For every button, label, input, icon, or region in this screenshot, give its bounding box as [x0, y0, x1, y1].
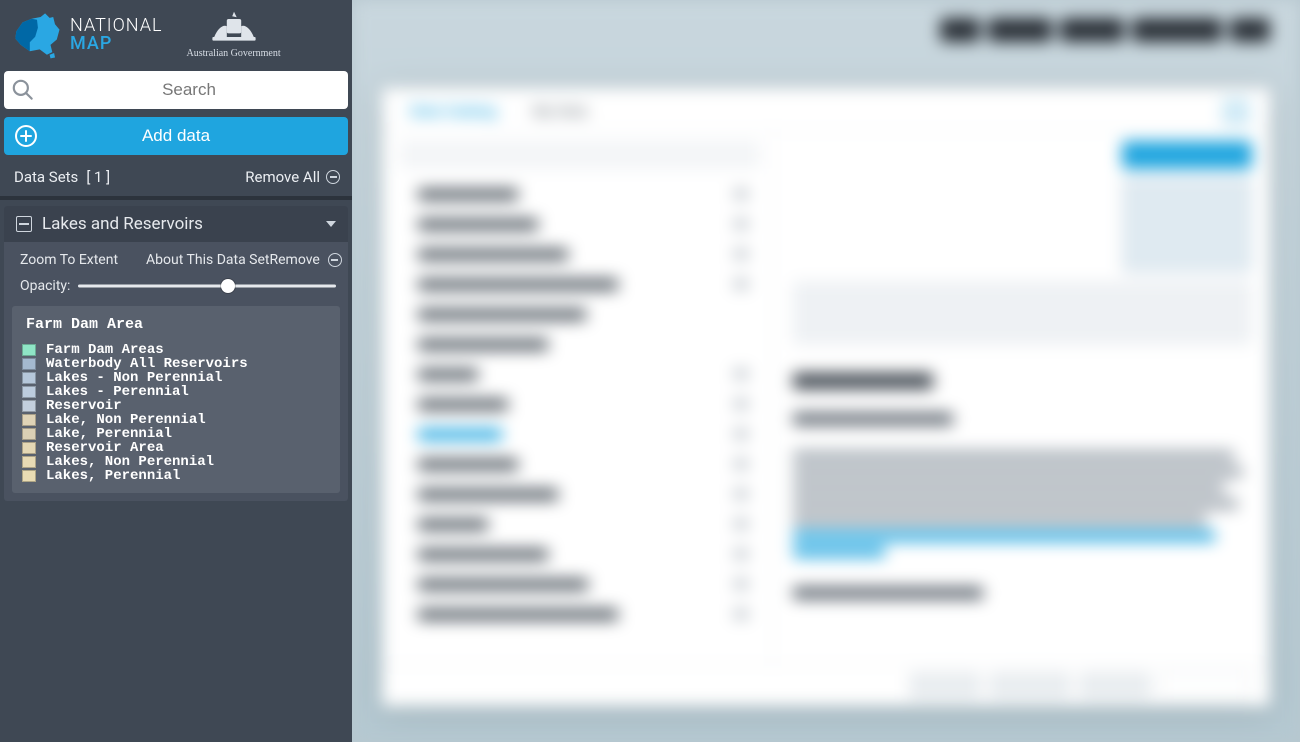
datasets-label: Data Sets — [14, 168, 78, 186]
legend-label: Reservoir Area — [46, 441, 164, 455]
about-dataset-button[interactable]: About This Data Set — [146, 252, 269, 268]
dataset-panel-header[interactable]: Lakes and Reservoirs — [4, 206, 348, 242]
brand-line1: NATIONAL — [70, 17, 163, 35]
legend-label: Lake, Perennial — [46, 427, 172, 441]
dataset-panel: Lakes and Reservoirs Zoom To Extent Abou… — [4, 206, 348, 501]
legend-title: Farm Dam Area — [22, 316, 330, 333]
opacity-row: Opacity: — [4, 274, 348, 304]
brand-text: NATIONAL MAP — [70, 17, 163, 53]
legend-item: Farm Dam Areas — [22, 343, 330, 357]
remove-all-button[interactable]: Remove All — [245, 168, 340, 186]
gov-label: Australian Government — [187, 48, 281, 59]
legend-swatch — [22, 344, 36, 356]
close-icon[interactable] — [1222, 98, 1250, 126]
search-icon — [10, 77, 36, 103]
brand-bar: NATIONAL MAP Australian Government — [0, 0, 352, 67]
add-data-label: Add data — [142, 126, 210, 146]
legend-item: Lakes, Non Perennial — [22, 455, 330, 469]
legend-swatch — [22, 386, 36, 398]
catalog-detail — [773, 131, 1270, 664]
tab-data-catalog[interactable]: Data Catalog — [410, 102, 497, 120]
remove-label: Remove — [269, 252, 319, 268]
sidebar: NATIONAL MAP Australian Government — [0, 0, 352, 742]
plus-circle-icon — [14, 124, 38, 148]
datasets-bar: Data Sets [ 1 ] Remove All — [0, 160, 352, 200]
preview-thumb — [1122, 177, 1252, 273]
legend-swatch — [22, 428, 36, 440]
catalog-tabs: Data Catalog My Data — [382, 88, 1270, 131]
gov-crest: Australian Government — [187, 10, 281, 59]
legend-swatch — [22, 358, 36, 370]
legend-label: Lakes, Non Perennial — [46, 455, 214, 469]
legend-item: Reservoir — [22, 399, 330, 413]
legend-box: Farm Dam Area Farm Dam AreasWaterbody Al… — [12, 306, 340, 493]
legend-item: Lakes - Perennial — [22, 385, 330, 399]
search-input[interactable] — [36, 80, 342, 100]
dataset-title: Lakes and Reservoirs — [42, 214, 316, 234]
catalog-footer — [382, 664, 1270, 706]
zoom-to-extent-button[interactable]: Zoom To Extent — [20, 252, 118, 268]
legend-label: Lakes, Perennial — [46, 469, 180, 483]
legend-item: Lakes - Non Perennial — [22, 371, 330, 385]
legend-label: Farm Dam Areas — [46, 343, 164, 357]
panel-actions: Zoom To Extent About This Data Set Remov… — [4, 242, 348, 274]
legend-swatch — [22, 456, 36, 468]
legend-label: Lakes - Perennial — [46, 385, 189, 399]
chevron-down-icon — [326, 221, 336, 227]
minus-circle-icon — [328, 253, 342, 267]
tab-my-data[interactable]: My Data — [533, 102, 588, 120]
opacity-slider[interactable] — [78, 278, 336, 294]
legend-label: Reservoir — [46, 399, 122, 413]
data-catalog-modal: Data Catalog My Data — [382, 88, 1270, 706]
legend-item: Reservoir Area — [22, 441, 330, 455]
slider-thumb[interactable] — [221, 279, 235, 293]
legend-swatch — [22, 372, 36, 384]
minus-circle-icon — [326, 170, 340, 184]
brand-line2: MAP — [70, 35, 163, 53]
search-box[interactable] — [4, 71, 348, 109]
legend-item: Lake, Non Perennial — [22, 413, 330, 427]
legend-swatch — [22, 400, 36, 412]
layer-visibility-icon[interactable] — [16, 216, 32, 232]
legend-swatch — [22, 442, 36, 454]
map-main-blurred: Data Catalog My Data — [352, 0, 1300, 742]
legend-label: Lakes - Non Perennial — [46, 371, 222, 385]
opacity-label: Opacity: — [20, 278, 70, 294]
add-to-map-button[interactable] — [1122, 141, 1252, 169]
datasets-count: [ 1 ] — [86, 168, 110, 186]
australia-logo-icon — [10, 9, 64, 61]
legend-label: Waterbody All Reservoirs — [46, 357, 248, 371]
legend-list: Farm Dam AreasWaterbody All ReservoirsLa… — [22, 343, 330, 483]
legend-item: Lakes, Perennial — [22, 469, 330, 483]
legend-swatch — [22, 414, 36, 426]
remove-all-label: Remove All — [245, 168, 320, 186]
legend-item: Lake, Perennial — [22, 427, 330, 441]
legend-item: Waterbody All Reservoirs — [22, 357, 330, 371]
top-buttons — [940, 18, 1270, 42]
remove-dataset-button[interactable]: Remove — [269, 252, 341, 268]
legend-swatch — [22, 470, 36, 482]
catalog-tree — [382, 131, 773, 664]
legend-label: Lake, Non Perennial — [46, 413, 206, 427]
crest-icon — [207, 10, 261, 46]
add-data-button[interactable]: Add data — [4, 117, 348, 155]
